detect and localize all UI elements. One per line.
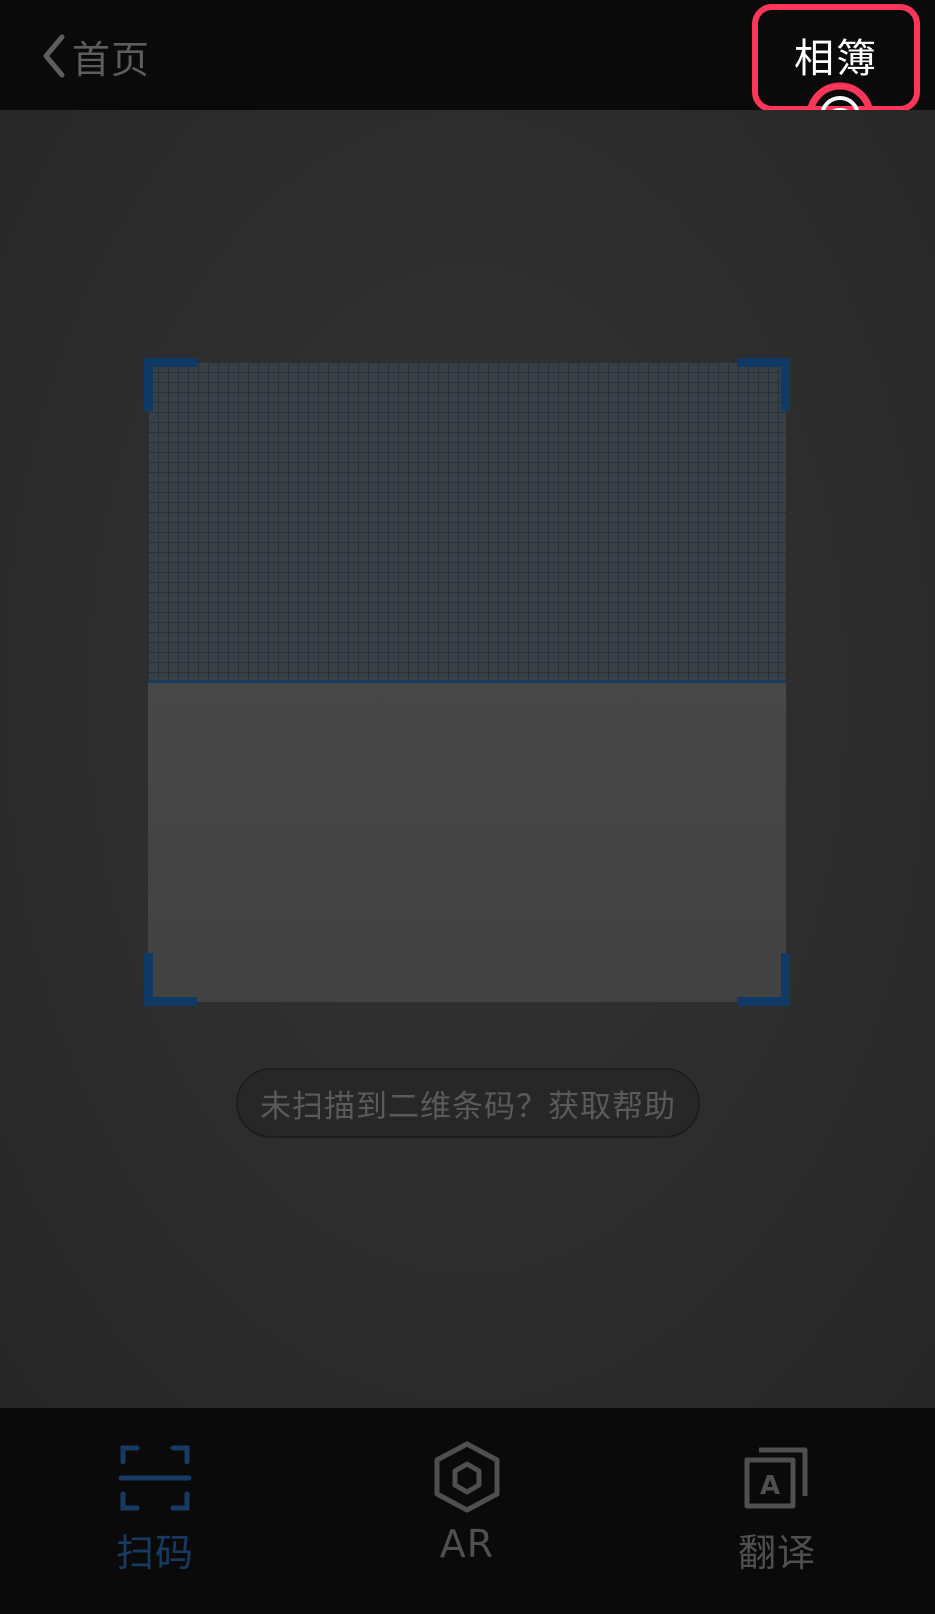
- scan-corner: [144, 358, 197, 411]
- back-label: 首页: [72, 37, 151, 82]
- translate-icon: A: [744, 1447, 808, 1509]
- tab-translate[interactable]: A 翻译: [677, 1408, 877, 1614]
- tab-bar: 扫码 AR A 翻译: [0, 1408, 935, 1614]
- scan-grid: [148, 362, 786, 683]
- help-text: 未扫描到二维条码？获取帮助: [260, 1088, 676, 1125]
- top-bar: 首页 相簿: [0, 0, 935, 112]
- scanner-screen: 首页 相簿 未扫描到二维条码？获取帮助 扫码 AR A 翻译: [0, 0, 935, 1614]
- scan-corner: [737, 953, 790, 1006]
- scan-corner: [144, 953, 197, 1006]
- tab-scan-label: 扫码: [115, 1531, 194, 1575]
- scan-area: [148, 683, 786, 1002]
- tab-ar-label: AR: [439, 1522, 495, 1566]
- scan-corner: [737, 358, 790, 411]
- scan-frame: [144, 358, 790, 1006]
- ar-hexagon-icon: [434, 1441, 500, 1513]
- back-button[interactable]: 首页: [38, 28, 150, 84]
- tab-ar[interactable]: AR: [367, 1408, 567, 1614]
- tab-translate-label: 翻译: [737, 1531, 816, 1575]
- svg-text:A: A: [760, 1471, 780, 1501]
- album-button[interactable]: 相簿: [752, 4, 920, 112]
- album-label: 相簿: [794, 36, 878, 82]
- chevron-left-icon: [43, 34, 65, 78]
- scan-icon: [118, 1445, 192, 1511]
- tab-scan[interactable]: 扫码: [55, 1408, 255, 1614]
- help-button[interactable]: 未扫描到二维条码？获取帮助: [236, 1068, 700, 1138]
